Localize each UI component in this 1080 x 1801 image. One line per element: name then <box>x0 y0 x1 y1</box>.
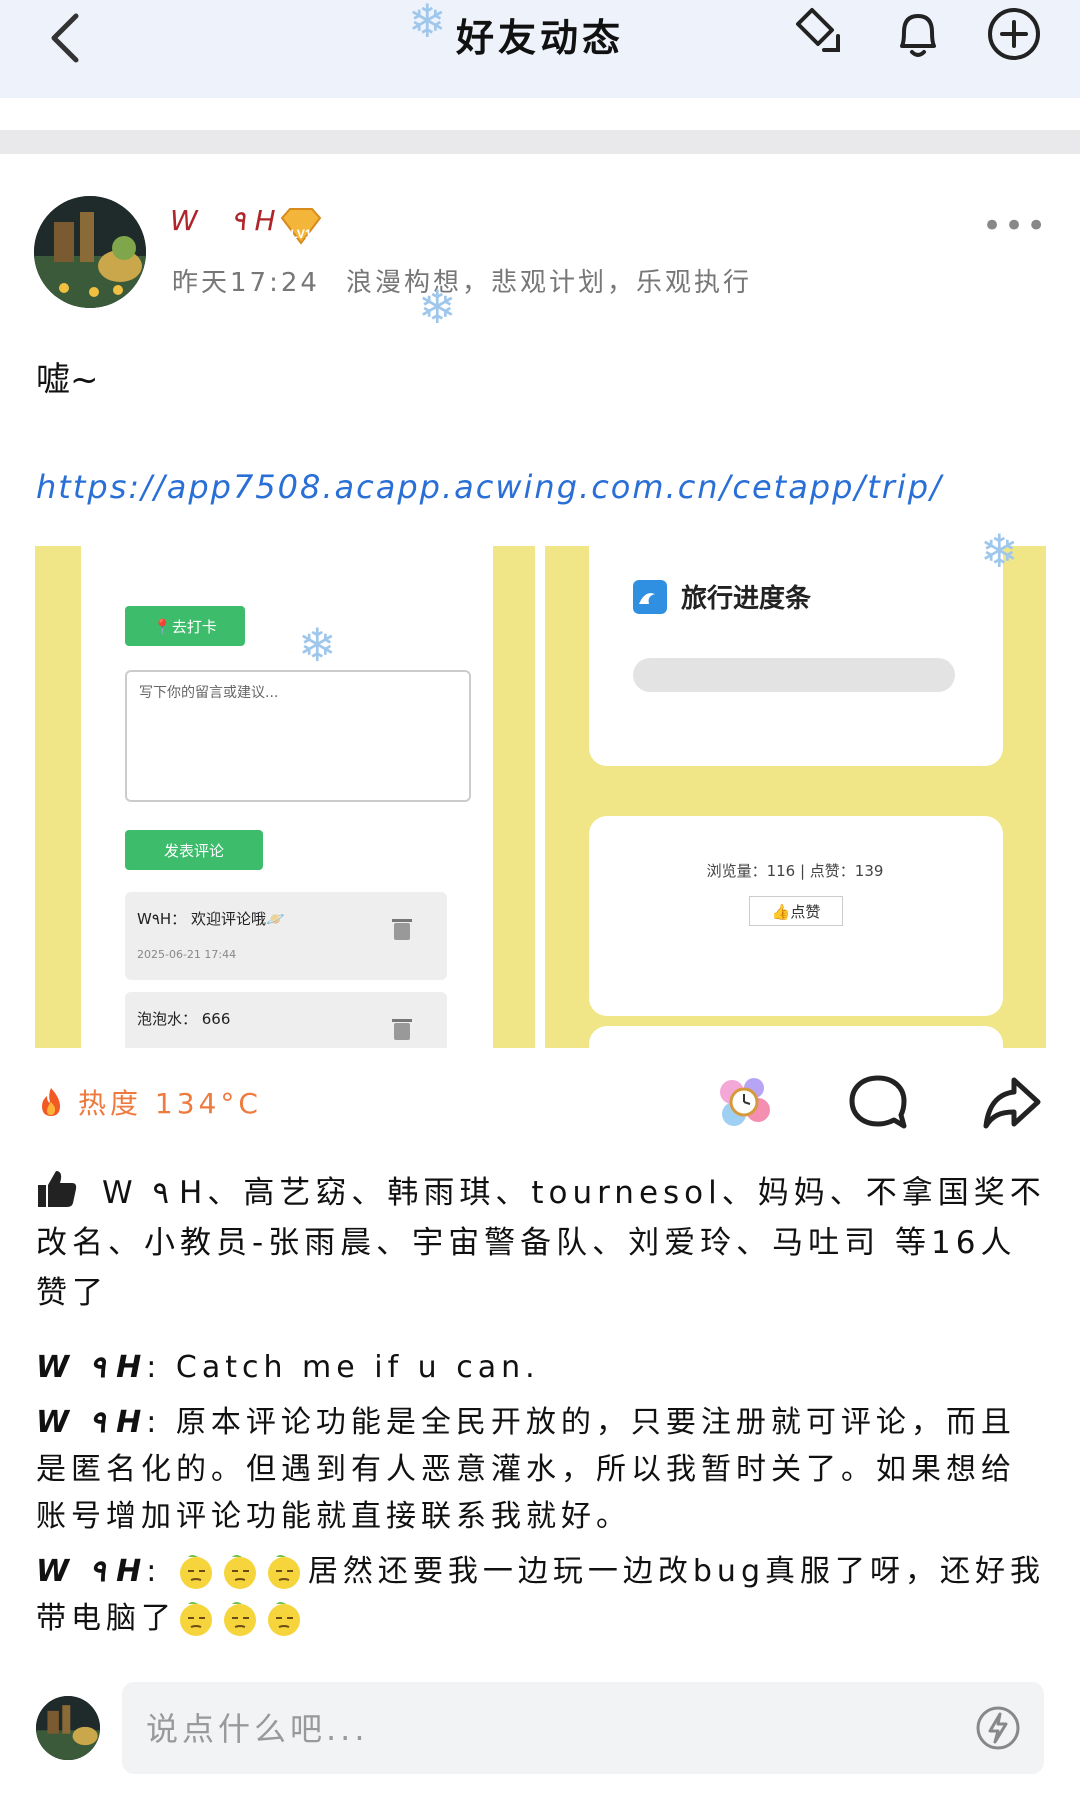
post-time: 昨天17:24 <box>172 268 320 298</box>
likes-text[interactable]: W ٩ H、高艺窈、韩雨琪、tournesol、妈妈、不拿国奖不改名、小教员-张… <box>36 1175 1046 1311</box>
comment-item[interactable]: W ٩ H: Catch me if u can. <box>36 1344 1046 1391</box>
comment-colon: : <box>146 1350 176 1385</box>
comment-author[interactable]: W ٩ H <box>36 1554 146 1589</box>
comment-text: 原本评论功能是全民开放的，只要注册就可评论，而且是匿名化的。但遇到有人恶意灌水，… <box>36 1405 1016 1534</box>
likes-list: W ٩ H、高艺窈、韩雨琪、tournesol、妈妈、不拿国奖不改名、小教员-张… <box>36 1168 1046 1318</box>
decor-sticker-icon[interactable] <box>712 1070 776 1134</box>
flame-icon <box>42 1088 60 1116</box>
section-divider <box>0 130 1080 154</box>
wave-icon <box>633 580 667 614</box>
avatar-image <box>34 196 146 308</box>
progress-bar <box>633 658 955 692</box>
emoji-icon <box>223 1555 256 1589</box>
more-icon[interactable]: ••• <box>982 206 1048 246</box>
emoji-icon <box>267 1555 300 1589</box>
comment-text: Catch me if u can. <box>175 1350 540 1385</box>
trash-icon <box>392 1019 412 1040</box>
screenshot-comment-time: 2025-06-21 17:44 <box>137 948 237 961</box>
next-card <box>589 1026 1003 1048</box>
emoji-icon <box>224 1602 256 1636</box>
comment-item[interactable]: W ٩ H: 原本评论功能是全民开放的，只要注册就可评论，而且是匿名化的。但遇到… <box>36 1399 1046 1540</box>
thumb-up-icon[interactable] <box>36 1169 78 1209</box>
comment-colon: : <box>146 1405 176 1440</box>
post-text: 嘘~ <box>36 360 99 400</box>
avatar[interactable] <box>34 196 146 308</box>
snowflake-decoration: ❄ <box>298 618 337 672</box>
comment-author[interactable]: W ٩ H <box>36 1405 146 1440</box>
my-avatar[interactable] <box>36 1696 100 1760</box>
avatar-image <box>36 1696 100 1760</box>
comment-input[interactable]: 说点什么吧... <box>122 1682 1044 1774</box>
comment-icon[interactable] <box>846 1070 910 1134</box>
heat-label: 热度 134°C <box>78 1087 262 1120</box>
emoji-icon <box>180 1602 212 1636</box>
heat-indicator: 热度 134°C <box>36 1082 262 1122</box>
comment-colon: : <box>146 1554 176 1589</box>
snowflake-decoration: ❄ <box>418 280 457 334</box>
post-image[interactable]: 📍去打卡 写下你的留言或建议... 发表评论 W٩H： 欢迎评论哦🪐 2025-… <box>35 546 1046 1048</box>
comments-list: W ٩ H: Catch me if u can. W ٩ H: 原本评论功能是… <box>36 1344 1046 1650</box>
snowflake-decoration: ❄ <box>408 0 447 48</box>
diamond-edit-icon[interactable] <box>788 4 848 64</box>
stats-card: 浏览量：116 | 点赞：139 👍点赞 <box>589 816 1003 1016</box>
emoji-icon <box>179 1555 212 1589</box>
comment-input-placeholder: 说点什么吧... <box>146 1710 369 1748</box>
comment-item[interactable]: W ٩ H: 居然还要我一边玩一边改bug真服了呀，还好我带电脑了 <box>36 1548 1046 1642</box>
top-bar: 好友动态 <box>0 0 1080 98</box>
bell-icon[interactable] <box>888 4 948 64</box>
svg-text:LV1: LV1 <box>290 227 311 241</box>
lightning-icon[interactable] <box>974 1704 1022 1752</box>
user-signature: 浪漫构想，悲观计划，乐观执行 <box>345 268 752 298</box>
post-link[interactable]: https://app7508.acapp.acwing.com.cn/ceta… <box>36 468 943 506</box>
share-icon[interactable] <box>980 1070 1044 1134</box>
comment-textarea: 写下你的留言或建议... <box>125 670 471 802</box>
progress-title: 旅行进度条 <box>681 584 812 614</box>
screenshot-left-panel: 📍去打卡 写下你的留言或建议... 发表评论 W٩H： 欢迎评论哦🪐 2025-… <box>35 546 535 1048</box>
emoji-icon <box>268 1602 300 1636</box>
trash-icon <box>392 919 412 940</box>
screenshot-like-button: 👍点赞 <box>749 896 843 926</box>
snowflake-decoration: ❄ <box>980 524 1019 578</box>
checkin-button: 📍去打卡 <box>125 606 245 646</box>
add-circle-icon[interactable] <box>984 4 1044 64</box>
screenshot-comment-text: 泡泡水： 666 <box>137 1010 231 1028</box>
progress-card: 旅行进度条 <box>589 546 1003 766</box>
submit-comment-button: 发表评论 <box>125 830 263 870</box>
username[interactable]: W ٩ H <box>170 204 288 237</box>
post-meta: 昨天17:24 浪漫构想，悲观计划，乐观执行 <box>172 262 752 299</box>
screenshot-right-panel: 旅行进度条 浏览量：116 | 点赞：139 👍点赞 <box>545 546 1046 1048</box>
level-badge: LV1 <box>280 208 322 245</box>
screenshot-comment-text: W٩H： 欢迎评论哦🪐 <box>137 910 285 928</box>
stats-text: 浏览量：116 | 点赞：139 <box>706 862 884 880</box>
screenshot-comment-card: 泡泡水： 666 <box>125 992 447 1048</box>
screenshot-comment-card: W٩H： 欢迎评论哦🪐 2025-06-21 17:44 <box>125 892 447 980</box>
comment-author[interactable]: W ٩ H <box>36 1350 146 1385</box>
